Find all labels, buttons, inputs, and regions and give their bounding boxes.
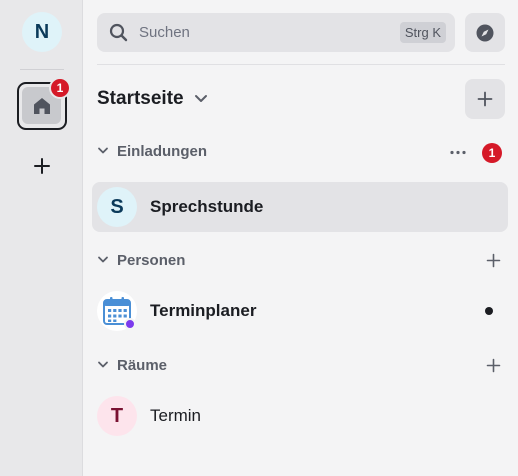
room-avatar: S: [97, 187, 137, 227]
unread-dot: [485, 307, 493, 315]
page-title[interactable]: Startseite: [97, 88, 184, 110]
create-space-button[interactable]: [29, 153, 55, 179]
invites-count-badge: 1: [482, 143, 502, 163]
room-item-termin[interactable]: T Termin: [92, 391, 508, 441]
room-name: Termin: [150, 406, 202, 425]
keyboard-shortcut-hint: Strg K: [399, 22, 446, 43]
search-icon: [109, 23, 128, 42]
room-item-terminplaner[interactable]: Terminplaner: [92, 286, 508, 336]
chevron-down-icon: [98, 147, 108, 154]
section-label: Einladungen: [117, 143, 207, 160]
room-name: Terminplaner: [150, 301, 257, 320]
plus-icon: [34, 158, 50, 174]
section-label: Personen: [117, 252, 186, 269]
section-label: Räume: [117, 357, 168, 374]
plus-icon[interactable]: [486, 253, 501, 268]
section-header-people[interactable]: Personen: [97, 251, 505, 271]
user-avatar-initial: N: [34, 20, 50, 43]
explore-rooms-button[interactable]: [465, 13, 505, 52]
room-item-sprechstunde[interactable]: S Sprechstunde: [92, 182, 508, 232]
chevron-down-icon: [98, 256, 108, 263]
search-field[interactable]: Suchen Strg K: [97, 13, 455, 52]
room-avatar: T: [97, 396, 137, 436]
more-options-icon[interactable]: [449, 150, 467, 155]
room-avatar-initial: S: [110, 195, 124, 218]
section-header-invites[interactable]: Einladungen 1: [97, 142, 505, 163]
search-placeholder: Suchen: [139, 24, 190, 41]
chevron-down-icon: [98, 361, 108, 368]
home-notification-badge: 1: [49, 77, 71, 99]
plus-icon[interactable]: [486, 358, 501, 373]
plus-icon: [477, 91, 493, 107]
section-header-rooms[interactable]: Räume: [97, 356, 505, 376]
user-avatar[interactable]: N: [22, 12, 62, 52]
rail-divider: [20, 69, 64, 70]
presence-indicator: [124, 318, 136, 330]
header-divider: [97, 64, 505, 65]
room-name: Sprechstunde: [150, 197, 264, 216]
spaces-rail: N 1: [0, 0, 83, 476]
compass-icon: [476, 24, 494, 41]
chevron-down-icon[interactable]: [194, 93, 208, 105]
add-room-button[interactable]: [465, 79, 505, 119]
home-icon: [33, 97, 50, 114]
room-avatar-initial: T: [110, 404, 124, 427]
